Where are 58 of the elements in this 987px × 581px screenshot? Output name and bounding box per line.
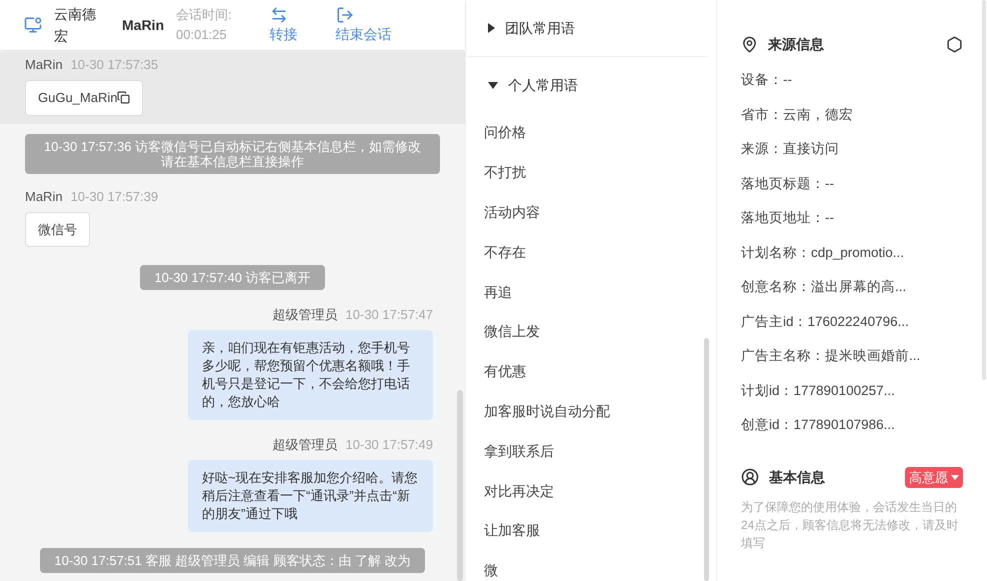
phrase-item[interactable]: 活动内容 (466, 192, 716, 232)
phrase-item[interactable]: 不存在 (466, 232, 716, 272)
scrollbar[interactable] (457, 390, 463, 581)
section-title: 基本信息 (769, 468, 825, 487)
system-notice: 10-30 17:57:40 访客已离开 (140, 265, 325, 290)
info-field: 来源：直接访问 (741, 132, 963, 166)
duration-value: 00:01:25 (176, 26, 228, 44)
phrase-item[interactable]: 再追 (466, 272, 716, 312)
phrase-item[interactable]: 问价格 (466, 113, 716, 153)
monitor-icon (24, 16, 42, 34)
phrase-item[interactable]: 让加客服 (466, 510, 716, 551)
info-field: 计划名称：cdp_promotio... (741, 236, 963, 270)
sender-name: MaRin (25, 188, 63, 206)
info-field: 创意id：177890107986... (741, 408, 963, 442)
info-field: 落地页地址：-- (741, 201, 963, 236)
sender-name: MaRin (25, 56, 63, 74)
phrase-group-header[interactable]: 团队常用语 (466, 0, 708, 56)
phrase-item[interactable]: 有优惠 (466, 352, 716, 392)
message-text: GuGu_MaRin (38, 89, 118, 107)
transfer-icon (270, 6, 288, 24)
sender-name: 超级管理员 (272, 306, 338, 324)
sender-name: 超级管理员 (272, 436, 338, 454)
system-notice: 10-30 17:57:51 客服 超级管理员 编辑 顾客状态：由 了解 改为 (40, 548, 425, 573)
caret-right-icon (488, 23, 495, 33)
visitor-name: MaRin (122, 16, 164, 34)
phrase-group-header[interactable]: 个人常用语 (466, 57, 716, 113)
phrase-item[interactable]: 对比再决定 (466, 471, 716, 511)
message-time: 10-30 17:57:49 (346, 436, 433, 454)
info-field: 广告主id：176022240796... (741, 304, 963, 339)
message-bubble: 好哒~现在安排客服加您介绍哈。请您稍后注意查看一下“通讯录”并点击“新的朋友”通过下哦 (188, 460, 433, 532)
info-field: 落地页标题：-- (741, 166, 963, 201)
message-text: 微信号 (38, 220, 77, 238)
duration-label: 会话时间: (176, 6, 232, 24)
exit-icon (336, 6, 354, 24)
system-notice: 10-30 17:57:36 访客微信号已自动标记右侧基本信息栏，如需修改请在基本信息栏直接操作 (25, 134, 440, 174)
info-field: 创意名称：溢出屏幕的高... (741, 270, 963, 304)
phrase-item[interactable]: 不打扰 (466, 152, 716, 193)
copy-icon[interactable] (117, 91, 130, 104)
message-bubble: 亲，咱们现在有钜惠活动，您手机号多少呢，帮您预留个优惠名额哦！手机号只是登记一下，不会给您打电话的，您放心哈 (188, 330, 433, 420)
phrase-item[interactable]: 微信上发 (466, 312, 716, 352)
location-pin-icon (741, 36, 758, 53)
caret-down-icon (951, 474, 959, 480)
message-time: 10-30 17:57:47 (346, 306, 433, 324)
info-field: 广告主名称：提米映画婚前... (741, 339, 963, 374)
info-field: 设备：-- (741, 63, 963, 98)
info-field: 省市：云南，德宏 (741, 98, 963, 132)
scrollbar[interactable] (704, 338, 709, 581)
phrase-item[interactable]: 微 (466, 550, 716, 581)
section-title: 来源信息 (768, 35, 824, 54)
message-time: 10-30 17:57:35 (70, 56, 158, 74)
phrase-item[interactable]: 拿到联系后 (466, 431, 716, 472)
info-field: 计划id：177890100257... (741, 374, 963, 408)
visitor-location: 云南德宏 (54, 5, 97, 46)
caret-down-icon (488, 82, 498, 88)
notice-text: 为了保障您的使用体验，会话发生当日的24点之后，顾客信息将无法修改，请及时填写 (741, 499, 960, 552)
phrase-item[interactable]: 加客服时说自动分配 (466, 392, 716, 432)
user-icon (741, 468, 759, 486)
message-time: 10-30 17:57:39 (70, 188, 158, 206)
